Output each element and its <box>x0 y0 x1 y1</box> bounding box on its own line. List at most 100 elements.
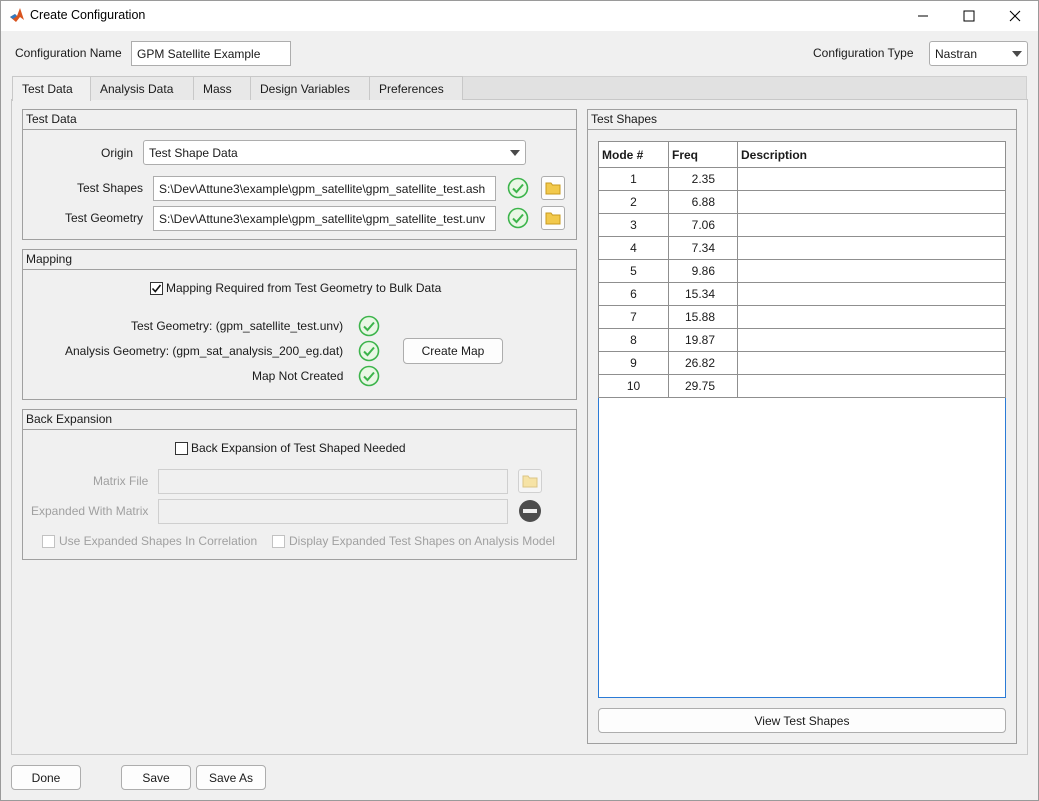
freq-cell[interactable]: 15.88 <box>668 305 738 329</box>
config-name-input[interactable]: GPM Satellite Example <box>131 41 291 66</box>
test-data-group-title: Test Data <box>23 110 576 130</box>
table-row[interactable]: 2 6.88 <box>598 190 1006 214</box>
tab-strip-background <box>460 76 1027 100</box>
table-row[interactable]: 9 26.82 <box>598 351 1006 375</box>
done-button[interactable]: Done <box>11 765 81 790</box>
back-expansion-label: Back Expansion of Test Shaped Needed <box>191 441 406 455</box>
origin-value: Test Shape Data <box>149 145 238 160</box>
mode-cell[interactable]: 4 <box>598 236 669 260</box>
table-row[interactable]: 3 7.06 <box>598 213 1006 237</box>
browse-matrix-file-button[interactable] <box>518 469 542 493</box>
close-icon <box>1009 10 1021 21</box>
check-circle-icon <box>358 340 380 362</box>
freq-cell[interactable]: 15.34 <box>668 282 738 306</box>
origin-label: Origin <box>101 146 134 160</box>
create-map-button[interactable]: Create Map <box>403 338 503 364</box>
browse-test-shapes-button[interactable] <box>541 176 565 200</box>
minus-circle-icon <box>518 499 542 523</box>
tab-mass[interactable]: Mass <box>193 76 251 100</box>
origin-select[interactable]: Test Shape Data <box>143 140 526 165</box>
display-expanded-label: Display Expanded Test Shapes on Analysis… <box>289 534 555 548</box>
description-cell[interactable] <box>737 167 1006 191</box>
column-header-freq[interactable]: Freq <box>668 141 738 168</box>
table-row[interactable]: 10 29.75 <box>598 374 1006 398</box>
test-geometry-path-input[interactable]: S:\Dev\Attune3\example\gpm_satellite\gpm… <box>153 206 496 231</box>
mode-cell[interactable]: 2 <box>598 190 669 214</box>
mode-cell[interactable]: 8 <box>598 328 669 352</box>
minimize-button[interactable] <box>900 0 946 31</box>
tab-analysis-data[interactable]: Analysis Data <box>90 76 194 100</box>
mode-cell[interactable]: 10 <box>598 374 669 398</box>
mode-cell[interactable]: 5 <box>598 259 669 283</box>
title-bar <box>0 0 1039 31</box>
description-cell[interactable] <box>737 259 1006 283</box>
table-row[interactable]: 1 2.35 <box>598 167 1006 191</box>
description-cell[interactable] <box>737 282 1006 306</box>
mode-cell[interactable]: 1 <box>598 167 669 191</box>
expanded-with-matrix-input[interactable] <box>158 499 508 524</box>
freq-cell[interactable]: 26.82 <box>668 351 738 375</box>
table-row[interactable]: 8 19.87 <box>598 328 1006 352</box>
matrix-file-input[interactable] <box>158 469 508 494</box>
save-as-button[interactable]: Save As <box>196 765 266 790</box>
mode-cell[interactable]: 7 <box>598 305 669 329</box>
tab-preferences[interactable]: Preferences <box>369 76 463 100</box>
mapping-required-label: Mapping Required from Test Geometry to B… <box>166 281 442 295</box>
tab-test-data[interactable]: Test Data <box>12 76 91 101</box>
close-button[interactable] <box>992 0 1038 31</box>
description-cell[interactable] <box>737 305 1006 329</box>
freq-cell[interactable]: 6.88 <box>668 190 738 214</box>
test-shapes-group-title: Test Shapes <box>588 110 1016 130</box>
tab-design-variables[interactable]: Design Variables <box>250 76 370 100</box>
test-shapes-table-container[interactable]: Mode # Freq Description 1 2.35 2 6.88 3 7.06 4… <box>598 141 1006 698</box>
freq-cell[interactable]: 9.86 <box>668 259 738 283</box>
mapping-required-checkbox[interactable] <box>150 282 163 295</box>
description-cell[interactable] <box>737 374 1006 398</box>
use-expanded-checkbox[interactable] <box>42 535 55 548</box>
folder-icon <box>545 212 561 225</box>
freq-cell[interactable]: 19.87 <box>668 328 738 352</box>
mode-cell[interactable]: 9 <box>598 351 669 375</box>
table-row[interactable]: 6 15.34 <box>598 282 1006 306</box>
table-row[interactable]: 7 15.88 <box>598 305 1006 329</box>
use-expanded-label: Use Expanded Shapes In Correlation <box>59 534 258 548</box>
description-cell[interactable] <box>737 351 1006 375</box>
config-name-label: Configuration Name <box>15 46 122 60</box>
freq-cell[interactable]: 29.75 <box>668 374 738 398</box>
column-header-description[interactable]: Description <box>737 141 1006 168</box>
minimize-icon <box>918 15 928 16</box>
back-expansion-checkbox[interactable] <box>175 442 188 455</box>
table-row[interactable]: 5 9.86 <box>598 259 1006 283</box>
map-status: Map Not Created <box>252 369 344 383</box>
maximize-icon <box>963 10 975 21</box>
back-expansion-group-title: Back Expansion <box>23 410 576 430</box>
matrix-file-label: Matrix File <box>93 474 149 488</box>
test-geometry-label: Test Geometry <box>65 211 144 225</box>
tab-strip: Test Data Analysis Data Mass Design Vari… <box>12 76 463 101</box>
freq-cell[interactable]: 7.06 <box>668 213 738 237</box>
check-circle-icon <box>358 365 380 387</box>
config-type-select[interactable]: Nastran <box>929 41 1028 66</box>
mode-cell[interactable]: 6 <box>598 282 669 306</box>
checkmark-icon <box>151 284 162 293</box>
description-cell[interactable] <box>737 190 1006 214</box>
description-cell[interactable] <box>737 328 1006 352</box>
column-header-mode[interactable]: Mode # <box>598 141 669 168</box>
view-test-shapes-button[interactable]: View Test Shapes <box>598 708 1006 733</box>
save-button[interactable]: Save <box>121 765 191 790</box>
maximize-button[interactable] <box>946 0 992 31</box>
chevron-down-icon <box>1012 50 1022 57</box>
table-row[interactable]: 4 7.34 <box>598 236 1006 260</box>
freq-cell[interactable]: 7.34 <box>668 236 738 260</box>
freq-cell[interactable]: 2.35 <box>668 167 738 191</box>
description-cell[interactable] <box>737 213 1006 237</box>
display-expanded-checkbox[interactable] <box>272 535 285 548</box>
mode-cell[interactable]: 3 <box>598 213 669 237</box>
browse-test-geometry-button[interactable] <box>541 206 565 230</box>
check-circle-icon <box>358 315 380 337</box>
test-shapes-path-input[interactable]: S:\Dev\Attune3\example\gpm_satellite\gpm… <box>153 176 496 201</box>
test-shapes-label: Test Shapes <box>77 181 144 195</box>
window-title: Create Configuration <box>30 8 146 22</box>
config-type-label: Configuration Type <box>813 46 914 60</box>
description-cell[interactable] <box>737 236 1006 260</box>
